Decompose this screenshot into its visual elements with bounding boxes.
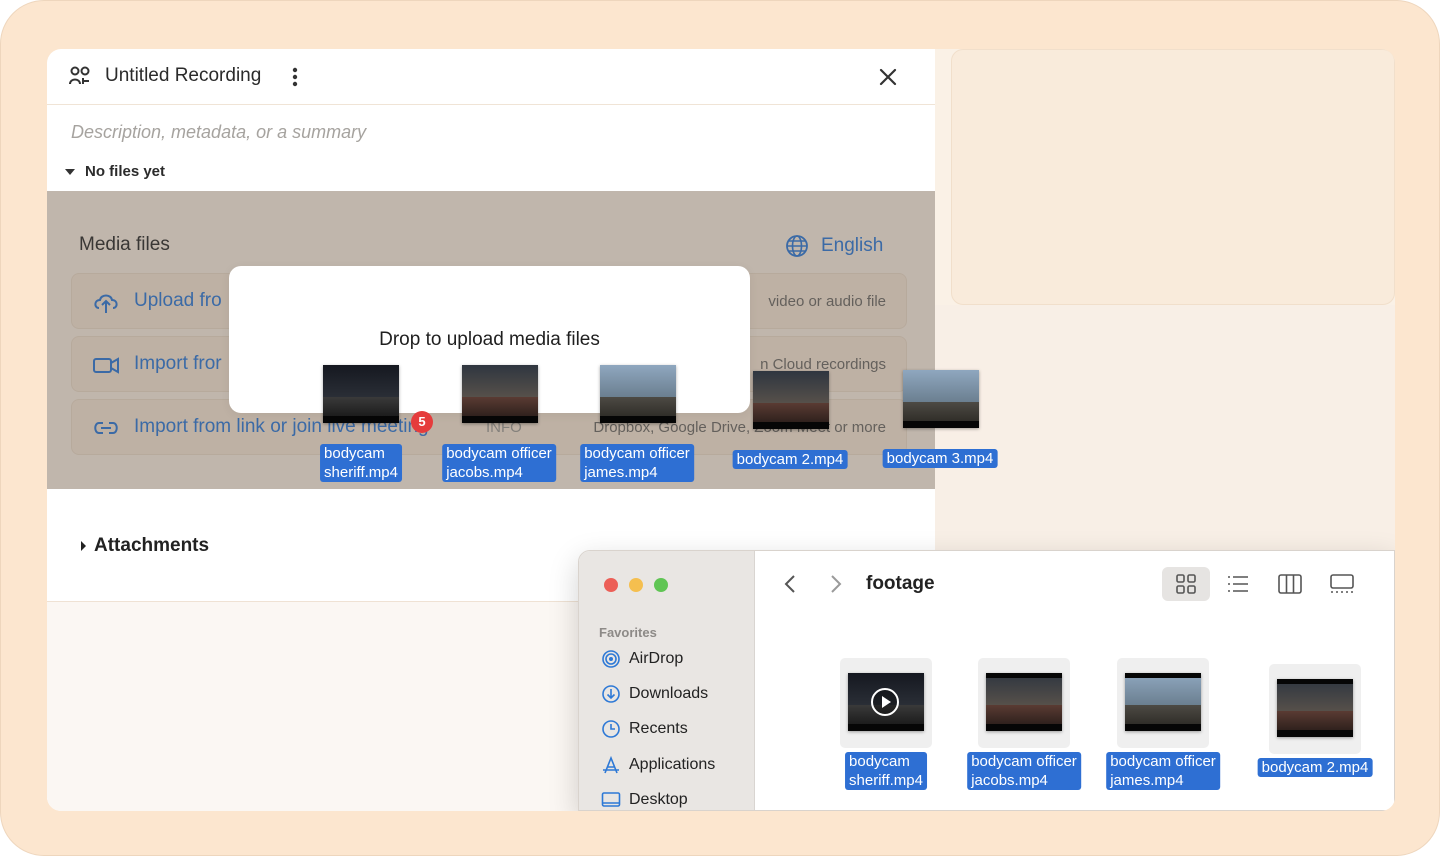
files-status: No files yet xyxy=(85,163,166,180)
close-icon[interactable] xyxy=(877,66,899,88)
finder-file-name: bodycam officer jacobs.mp4 xyxy=(967,752,1081,790)
sidebar-item-desktop[interactable]: Desktop xyxy=(601,789,688,810)
zoom-window-button[interactable] xyxy=(654,578,668,592)
finder-window: Favorites AirDrop Downloads Recents Appl… xyxy=(578,550,1395,811)
files-toggle[interactable]: No files yet xyxy=(65,163,165,180)
dragged-thumbnail xyxy=(323,365,399,423)
finder-file-name: bodycam sheriff.mp4 xyxy=(845,752,927,790)
video-thumbnail xyxy=(1277,679,1353,737)
drop-message: Drop to upload media files xyxy=(379,329,600,350)
minimize-window-button[interactable] xyxy=(629,578,643,592)
dragged-file-name: bodycam officer james.mp4 xyxy=(580,444,694,482)
columns-icon xyxy=(1278,574,1302,594)
play-icon xyxy=(871,688,899,716)
dragged-thumbnail xyxy=(753,371,829,429)
gallery-icon xyxy=(1330,574,1354,593)
favorites-heading: Favorites xyxy=(599,625,657,640)
clock-icon xyxy=(602,720,620,738)
description-input[interactable]: Description, metadata, or a summary xyxy=(71,122,366,143)
sidebar-item-downloads[interactable]: Downloads xyxy=(601,683,708,705)
sidebar-item-applications[interactable]: Applications xyxy=(601,754,715,776)
dragged-file-name: bodycam officer jacobs.mp4 xyxy=(442,444,556,482)
dragged-file-name: bodycam 2.mp4 xyxy=(732,450,848,469)
app-frame: Untitled Recording Description, metadata… xyxy=(0,0,1440,856)
caret-right-icon xyxy=(81,541,86,551)
people-icon xyxy=(69,66,90,85)
close-window-button[interactable] xyxy=(604,578,618,592)
download-icon xyxy=(602,685,620,703)
forward-icon[interactable] xyxy=(829,573,843,595)
airdrop-icon xyxy=(602,650,620,668)
column-view-button[interactable] xyxy=(1266,567,1314,601)
dragged-thumbnail xyxy=(903,370,979,428)
icon-view-button[interactable] xyxy=(1162,567,1210,601)
video-thumbnail xyxy=(1125,673,1201,731)
recording-header: Untitled Recording xyxy=(47,49,935,105)
video-thumbnail xyxy=(986,673,1062,731)
list-icon xyxy=(1228,576,1248,592)
finder-sidebar: Favorites AirDrop Downloads Recents Appl… xyxy=(579,551,755,810)
list-view-button[interactable] xyxy=(1214,567,1262,601)
applications-icon xyxy=(603,755,619,774)
gallery-view-button[interactable] xyxy=(1318,567,1366,601)
desktop-icon xyxy=(601,792,621,807)
more-options-icon[interactable] xyxy=(291,66,299,88)
folder-title: footage xyxy=(866,573,935,594)
back-icon[interactable] xyxy=(783,573,797,595)
dragged-file-name: bodycam 3.mp4 xyxy=(882,449,998,468)
caret-down-icon xyxy=(65,168,75,175)
finder-file-item[interactable] xyxy=(1117,658,1209,748)
finder-file-item[interactable] xyxy=(840,658,932,748)
attachments-label: Attachments xyxy=(94,535,210,556)
dragged-file-name: bodycam sheriff.mp4 xyxy=(320,444,402,482)
finder-file-item[interactable] xyxy=(1269,664,1361,754)
attachments-toggle[interactable]: Attachments xyxy=(81,535,209,557)
preview-panel xyxy=(951,49,1395,305)
app-canvas: Untitled Recording Description, metadata… xyxy=(47,49,1395,811)
grid-icon xyxy=(1176,574,1196,594)
recording-title[interactable]: Untitled Recording xyxy=(105,65,261,87)
finder-file-item[interactable] xyxy=(978,658,1070,748)
finder-file-name: bodycam officer james.mp4 xyxy=(1106,752,1220,790)
dragged-thumbnail xyxy=(600,365,676,423)
sidebar-item-recents[interactable]: Recents xyxy=(601,718,688,740)
drag-count-badge: 5 xyxy=(411,411,433,433)
finder-file-name: bodycam 2.mp4 xyxy=(1257,758,1373,777)
dragged-thumbnail xyxy=(462,365,538,423)
sidebar-item-airdrop[interactable]: AirDrop xyxy=(601,648,683,670)
